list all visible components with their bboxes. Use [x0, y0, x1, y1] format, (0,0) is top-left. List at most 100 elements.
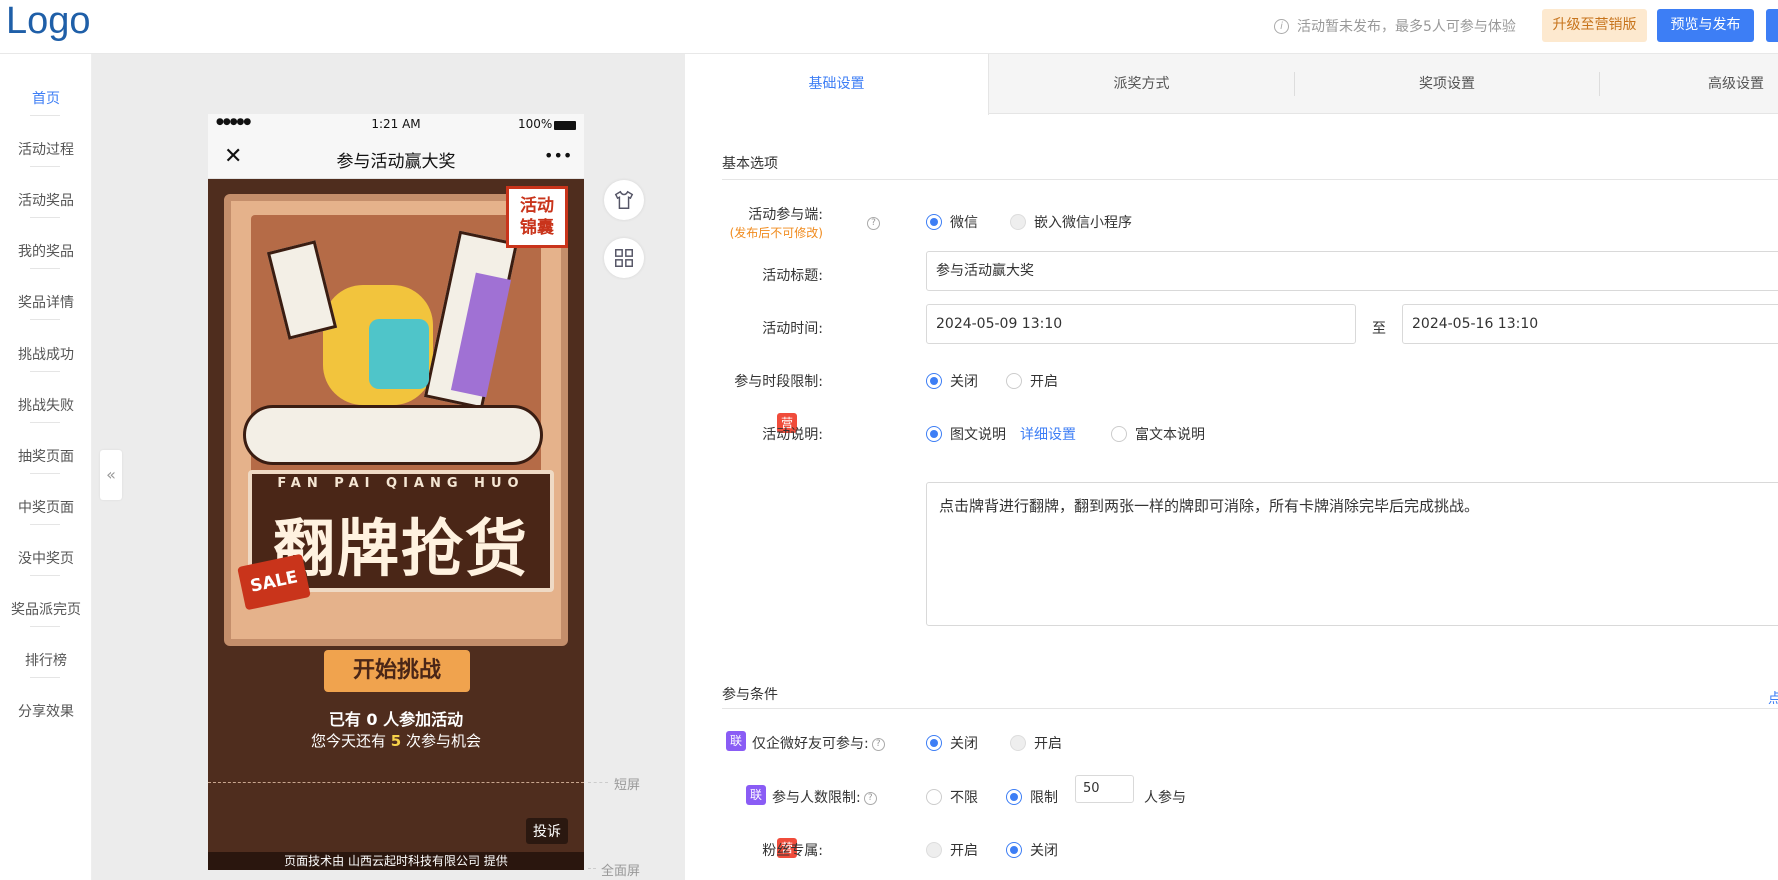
radio-friend-on-label: 开启 [1034, 736, 1062, 752]
sidebar-item-lottery[interactable]: 抽奖页面 [0, 446, 92, 466]
phone-page-title: 参与活动赢大奖 [336, 152, 456, 172]
radio-fans-on-label: 开启 [950, 843, 978, 859]
banner-subtitle: FAN PAI QIANG HUO [277, 476, 525, 491]
radio-dot [1006, 373, 1022, 389]
radio-period-on[interactable]: 开启 [1006, 371, 1058, 391]
radio-fans-on[interactable]: 开启 [926, 840, 978, 860]
radio-rich-text[interactable]: 富文本说明 [1111, 424, 1205, 444]
radio-wechat[interactable]: 微信 [926, 212, 978, 232]
divider [30, 677, 60, 678]
radio-image-text[interactable]: 图文说明 [926, 424, 1006, 444]
radio-dot [1010, 214, 1026, 230]
info-icon: i [1274, 18, 1289, 34]
tab-prize-settings[interactable]: 奖项设置 [1295, 54, 1599, 114]
radio-dot [926, 373, 942, 389]
short-screen-line [208, 782, 584, 783]
radio-image-text-label: 图文说明 [950, 427, 1006, 443]
sidebar-item-ranking[interactable]: 排行榜 [0, 650, 92, 670]
extra-button[interactable] [1766, 9, 1778, 42]
radio-mini-program[interactable]: 嵌入微信小程序 [1010, 212, 1132, 232]
tab-advanced[interactable]: 高级设置 [1600, 54, 1778, 114]
full-screen-marker [588, 868, 596, 869]
limit-count-input[interactable]: 50 [1075, 775, 1134, 803]
radio-rich-text-label: 富文本说明 [1135, 427, 1205, 443]
publish-notice: i 活动暂未发布，最多5人可参与体验 [1274, 16, 1516, 36]
full-screen-label: 全面屏 [601, 864, 641, 879]
sidebar-item-process[interactable]: 活动过程 [0, 139, 92, 159]
radio-period-on-label: 开启 [1030, 374, 1058, 390]
tab-basic[interactable]: 基础设置 [685, 54, 989, 115]
sidebar-item-share[interactable]: 分享效果 [0, 701, 92, 721]
radio-friend-off-label: 关闭 [950, 736, 978, 752]
preview-publish-button[interactable]: 预览与发布 [1657, 9, 1754, 42]
upgrade-button[interactable]: 升级至营销版 [1542, 9, 1647, 42]
theme-button[interactable] [604, 180, 644, 220]
complain-button[interactable]: 投诉 [526, 818, 568, 844]
radio-dot [926, 789, 942, 805]
radio-dot [1006, 842, 1022, 858]
fans-label: 粉丝专属: [762, 843, 823, 859]
activity-title-input[interactable]: 参与活动赢大奖 [926, 251, 1778, 291]
short-screen-marker [588, 782, 608, 783]
sidebar-item-my-prizes[interactable]: 我的奖品 [0, 241, 92, 261]
chances-prefix: 您今天还有 [311, 732, 391, 750]
conditions-link[interactable]: 点 [1768, 688, 1778, 708]
radio-dot [1006, 789, 1022, 805]
link-tag: 联 [746, 785, 766, 805]
radio-unlimited-label: 不限 [950, 790, 978, 806]
remaining-chances: 您今天还有 5 次参与机会 [208, 730, 584, 751]
sidebar-item-win[interactable]: 中奖页面 [0, 497, 92, 517]
radio-dot [1111, 426, 1127, 442]
joined-count: 已有 0 人参加活动 [328, 710, 464, 729]
sidebar-item-prize-detail[interactable]: 奖品详情 [0, 292, 92, 312]
tissue-shape [243, 405, 543, 465]
radio-fans-off[interactable]: 关闭 [1006, 840, 1058, 860]
shirt-icon [614, 190, 634, 209]
divider [722, 179, 1778, 180]
time-label: 活动时间: [762, 321, 823, 337]
sidebar-item-success[interactable]: 挑战成功 [0, 344, 92, 364]
divider [30, 524, 60, 525]
collapse-sidebar-button[interactable]: « [100, 450, 122, 500]
more-icon[interactable]: ••• [544, 146, 572, 165]
end-time-input[interactable]: 2024-05-16 13:10 [1402, 304, 1778, 344]
help-icon[interactable]: ? [867, 217, 880, 230]
start-challenge-button[interactable]: 开始挑战 [324, 650, 470, 692]
layout-button[interactable] [604, 238, 644, 278]
radio-dot [926, 842, 942, 858]
tips-badge[interactable]: 活动 锦囊 [506, 186, 568, 248]
sidebar-item-prizes[interactable]: 活动奖品 [0, 190, 92, 210]
milk-shape [266, 240, 338, 340]
sidebar-item-home[interactable]: 首页 [0, 88, 92, 108]
description-label: 活动说明: [762, 427, 823, 443]
radio-friend-off[interactable]: 关闭 [926, 733, 978, 753]
start-time-input[interactable]: 2024-05-09 13:10 [926, 304, 1356, 344]
radio-wechat-label: 微信 [950, 215, 978, 231]
chances-suffix: 次参与机会 [401, 732, 481, 750]
short-screen-label: 短屏 [614, 778, 641, 793]
top-bar: Logo i 活动暂未发布，最多5人可参与体验 升级至营销版 预览与发布 [0, 0, 1778, 54]
tab-award-method[interactable]: 派奖方式 [989, 54, 1294, 114]
divider [30, 115, 60, 116]
help-icon[interactable]: ? [871, 737, 885, 751]
radio-friend-on[interactable]: 开启 [1010, 733, 1062, 753]
logo: Logo [6, 0, 91, 42]
battery-icon [554, 121, 576, 130]
radio-unlimited[interactable]: 不限 [926, 787, 978, 807]
title-label: 活动标题: [762, 268, 823, 284]
divider [30, 473, 60, 474]
sidebar-item-fail[interactable]: 挑战失败 [0, 395, 92, 415]
divider [30, 575, 60, 576]
poster-illustration [243, 215, 543, 477]
help-icon[interactable]: ? [863, 791, 877, 805]
radio-period-off[interactable]: 关闭 [926, 371, 978, 391]
divider [30, 626, 60, 627]
description-textarea[interactable]: 点击牌背进行翻牌，翻到两张一样的牌即可消除，所有卡牌消除完毕后完成挑战。 [926, 482, 1778, 626]
bottle-shape [369, 319, 429, 389]
sidebar-item-no-win[interactable]: 没中奖页 [0, 548, 92, 568]
radio-limited[interactable]: 限制 [1006, 787, 1058, 807]
sidebar-item-prizes-out[interactable]: 奖品派完页 [0, 599, 92, 619]
participation-note: (发布后不可修改) [729, 226, 823, 240]
detail-settings-link[interactable]: 详细设置 [1020, 424, 1076, 444]
divider [30, 268, 60, 269]
